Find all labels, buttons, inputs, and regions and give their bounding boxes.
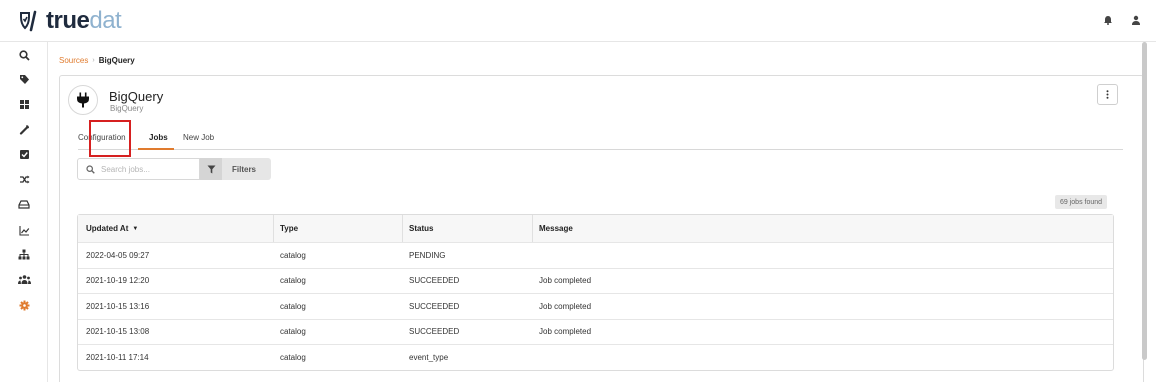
source-avatar (68, 85, 98, 115)
active-tab-indicator (138, 148, 174, 150)
breadcrumb-current: BigQuery (98, 56, 135, 65)
search-icon (86, 164, 95, 174)
table-row[interactable]: 2022-04-05 09:27 catalog PENDING (78, 242, 1113, 268)
jobs-table: Updated At ▼ Type Status Message 2022-04-… (77, 214, 1114, 371)
page-scrollbar[interactable] (1142, 42, 1147, 360)
cell-message: Job completed (539, 276, 592, 286)
search-icon[interactable] (17, 48, 31, 62)
filter-icon (200, 158, 222, 180)
tags-icon[interactable] (17, 72, 31, 86)
search-box[interactable] (77, 158, 200, 180)
more-actions-button[interactable] (1097, 84, 1118, 105)
cell-status: SUCCEEDED (409, 301, 460, 311)
source-title: BigQuery (109, 89, 164, 104)
table-row[interactable]: 2021-10-11 17:14 catalog event_type (78, 344, 1113, 370)
ellipsis-vertical-icon (1106, 90, 1109, 99)
hdd-icon[interactable] (17, 197, 31, 211)
cell-message: Job completed (539, 327, 592, 337)
cell-message: Job completed (539, 301, 592, 311)
grid-icon[interactable] (17, 97, 31, 111)
table-row[interactable]: 2021-10-19 12:20 catalog SUCCEEDED Job c… (78, 267, 1113, 294)
column-header-status[interactable]: Status (409, 215, 433, 242)
top-bar: truedat (0, 0, 1156, 42)
main-content: Sources › BigQuery BigQuery BigQuery Con… (48, 42, 1156, 382)
cell-updated-at: 2021-10-19 12:20 (86, 276, 150, 286)
user-icon[interactable] (1130, 14, 1142, 26)
brand-name-dark: true (46, 7, 90, 34)
source-card: BigQuery BigQuery Configuration Jobs New… (59, 75, 1144, 382)
tab-jobs[interactable]: Jobs (149, 133, 168, 142)
filters-button[interactable]: Filters (200, 158, 271, 180)
sitemap-icon[interactable] (17, 247, 31, 261)
cell-updated-at: 2021-10-15 13:08 (86, 327, 150, 337)
tab-new-job[interactable]: New Job (183, 133, 214, 142)
tabs-bar: Configuration Jobs New Job (78, 128, 1123, 150)
cog-icon[interactable] (17, 298, 31, 312)
shuffle-icon[interactable] (17, 172, 31, 186)
jobs-tab-highlight (89, 120, 131, 157)
app-root: truedat Sources › BigQuery BigQuery BigQ… (0, 0, 1156, 382)
check-square-icon[interactable] (17, 147, 31, 161)
bell-icon[interactable] (1102, 14, 1114, 26)
table-header-row: Updated At ▼ Type Status Message (78, 215, 1113, 242)
wrench-icon[interactable] (17, 122, 31, 136)
column-header-type[interactable]: Type (280, 215, 298, 242)
cell-type: catalog (280, 250, 306, 260)
column-header-message[interactable]: Message (539, 215, 573, 242)
cell-status: SUCCEEDED (409, 327, 460, 337)
truedat-logo[interactable]: truedat (18, 7, 122, 34)
caret-down-icon: ▼ (132, 225, 139, 232)
cell-updated-at: 2021-10-11 17:14 (86, 352, 149, 362)
cell-status: SUCCEEDED (409, 276, 460, 286)
cell-type: catalog (280, 327, 306, 337)
breadcrumb-sources-link[interactable]: Sources (59, 56, 88, 65)
column-header-updated-at[interactable]: Updated At ▼ (86, 215, 138, 242)
cell-type: catalog (280, 352, 306, 362)
breadcrumb: Sources › BigQuery (59, 56, 135, 65)
users-icon[interactable] (17, 272, 31, 286)
cell-status: PENDING (409, 250, 446, 260)
table-row[interactable]: 2021-10-15 13:08 catalog SUCCEEDED Job c… (78, 318, 1113, 345)
cell-type: catalog (280, 276, 306, 286)
cell-status: event_type (409, 352, 449, 362)
results-count-badge: 69 jobs found (1055, 195, 1108, 209)
filters-label: Filters (232, 164, 257, 174)
truedat-logo-icon (20, 10, 37, 32)
cell-updated-at: 2022-04-05 09:27 (86, 250, 150, 260)
table-row[interactable]: 2021-10-15 13:16 catalog SUCCEEDED Job c… (78, 293, 1113, 319)
chevron-right-icon: › (92, 57, 95, 64)
source-subtitle: BigQuery (110, 104, 144, 113)
sidebar (0, 42, 48, 382)
plug-icon (77, 92, 89, 108)
cell-type: catalog (280, 301, 306, 311)
chart-line-icon[interactable] (17, 223, 31, 237)
search-input[interactable] (101, 164, 191, 174)
cell-updated-at: 2021-10-15 13:16 (86, 301, 150, 311)
brand-name-light: dat (89, 7, 122, 34)
